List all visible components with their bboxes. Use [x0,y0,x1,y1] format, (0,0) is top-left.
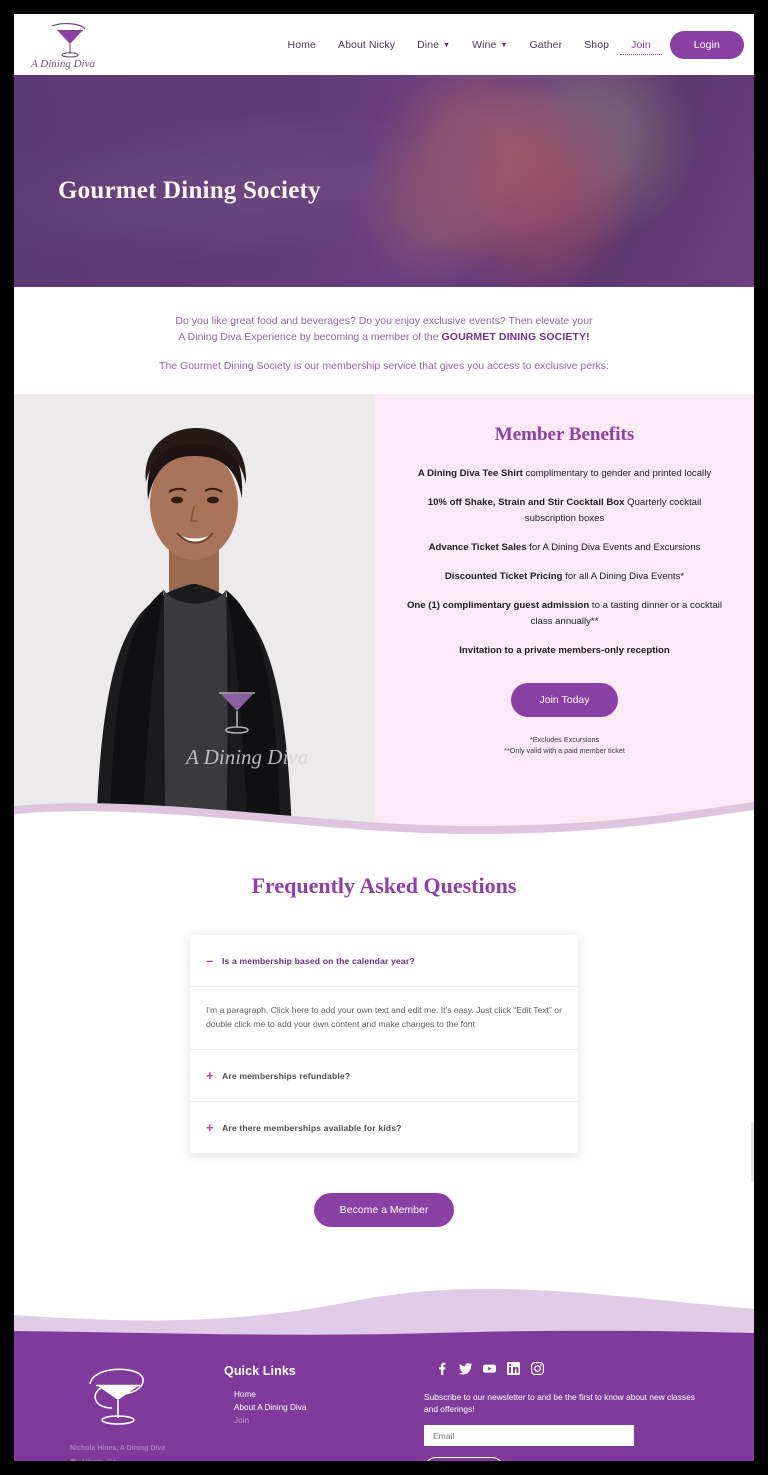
nav-label: Dine [417,38,440,51]
member-benefits-section: A Dining Diva Member Benefits A Dining D… [14,394,754,838]
benefit-bold: Invitation to a private members-only rec… [459,645,670,656]
benefit-item: Advance Ticket Sales for A Dining Diva E… [401,540,728,556]
nav-label: Gather [529,38,563,51]
page-frame: A Dining Diva Home About Nicky Dine ▼ Win… [14,14,754,1461]
benefit-item: One (1) complimentary guest admission to… [401,598,728,630]
faq-answer-1: I'm a paragraph. Click here to add your … [190,987,578,1050]
benefits-footnotes: *Excludes Excursions **Only valid with a… [401,734,728,756]
quick-links-heading: Quick Links [224,1364,296,1378]
faq-accordion: – Is a membership based on the calendar … [190,935,578,1153]
nav-item-about-nicky[interactable]: About Nicky [327,35,406,55]
footer-martini-logo-icon [89,1368,144,1425]
join-today-button[interactable]: Join Today [511,683,618,717]
benefit-item: 10% off Shake, Strain and Stir Cocktail … [401,495,728,527]
footer-link-home[interactable]: Home [234,1388,424,1401]
benefits-panel: Member Benefits A Dining Diva Tee Shirt … [375,394,754,837]
faq-answer-text: I'm a paragraph. Click here to add your … [206,1005,562,1029]
contact-name: Nichola Hines, A Dining Diva [70,1445,166,1452]
footer-link-join[interactable]: Join [234,1414,424,1427]
contact-location-text: Atlanta, GA [81,1457,117,1461]
faq-heading: Frequently Asked Questions [251,873,517,898]
woman-photo-illustration: A Dining Diva [14,394,375,837]
benefit-bold: Discounted Ticket Pricing [444,571,563,582]
plus-icon: + [206,1068,214,1083]
subscribe-button[interactable]: Subscribe [424,1457,505,1461]
spacer [14,1227,754,1275]
intro-paragraph-2: The Gourmet Dining Society is our member… [159,360,609,372]
location-pin-icon [70,1459,76,1461]
plus-icon: + [206,1120,214,1135]
chevron-down-icon: ▼ [500,41,508,49]
nav-label: Home [287,38,316,51]
footer-contact-info: Nichola Hines, A Dining Diva Atlanta, GA… [66,1443,224,1461]
benefit-item: Discounted Ticket Pricing for all A Dini… [401,569,728,585]
newsletter-text: Subscribe to our newsletter to and be th… [424,1392,695,1414]
martini-glass-logo-icon: A Dining Diva [30,22,95,70]
faq-question-3[interactable]: + Are there memberships available for ki… [190,1102,578,1153]
quick-links-column: Quick Links Home About A Dining Diva Joi… [224,1358,424,1461]
svg-text:A Dining Diva: A Dining Diva [30,58,95,70]
login-button[interactable]: Login [669,30,744,59]
benefit-rest: for A Dining Diva Events and Excursions [526,542,701,553]
nav-item-shop[interactable]: Shop [573,35,620,55]
nav-label: Join [631,38,651,51]
nav-item-home[interactable]: Home [277,35,327,55]
benefit-bold: One (1) complimentary guest admission [406,600,590,611]
site-header: A Dining Diva Home About Nicky Dine ▼ Win… [14,14,754,75]
benefit-bold: Advance Ticket Sales [428,542,527,553]
footer-logo-column: Nichola Hines, A Dining Diva Atlanta, GA… [66,1358,224,1461]
benefit-bold: A Dining Diva Tee Shirt [417,468,523,479]
nav-label: About Nicky [337,38,396,51]
newsletter-column: Subscribe to our newsletter to and be th… [424,1358,702,1461]
footnote-2: **Only valid with a paid member ticket [504,746,625,755]
facebook-icon[interactable] [435,1362,448,1375]
scrollbar[interactable] [751,1122,754,1182]
benefits-heading: Member Benefits [494,424,635,445]
wave-divider-bottom [14,1288,754,1337]
linkedin-icon[interactable] [507,1362,520,1375]
footer-link-about[interactable]: About A Dining Diva [234,1401,424,1414]
main-navigation: Home About Nicky Dine ▼ Wine ▼ Gather Shop… [277,30,754,59]
social-links [424,1362,702,1376]
intro-section: Do you like great food and beverages? Do… [14,287,754,394]
intro-line-2-bold: GOURMET DINING SOCIETY! [441,331,590,343]
benefit-item: Invitation to a private members-only rec… [401,643,728,659]
nav-item-join[interactable]: Join [620,35,662,55]
benefit-rest: complimentary to gender and printed loca… [522,468,712,479]
benefit-item: A Dining Diva Tee Shirt complimentary to… [401,466,728,482]
benefit-rest: for all A Dining Diva Events* [562,571,685,582]
minus-icon: – [206,953,214,968]
youtube-icon[interactable] [483,1362,496,1375]
become-a-member-button[interactable]: Become a Member [313,1193,455,1227]
twitter-icon[interactable] [459,1362,473,1375]
member-photo: A Dining Diva [14,394,375,837]
hero-banner: Gourmet Dining Society [14,75,754,287]
instagram-icon[interactable] [531,1362,545,1376]
nav-item-gather[interactable]: Gather [518,35,573,55]
footnote-1: *Excludes Excursions [529,735,600,744]
faq-question-label: Are there memberships available for kids… [222,1122,402,1133]
intro-paragraph-1: Do you like great food and beverages? Do… [74,313,694,345]
faq-question-1[interactable]: – Is a membership based on the calendar … [190,935,578,987]
benefit-bold: 10% off Shake, Strain and Stir Cocktail … [427,497,625,508]
faq-question-label: Are memberships refundable? [222,1070,351,1081]
faq-section: Frequently Asked Questions – Is a member… [14,837,754,1227]
nav-label: Wine [472,38,497,51]
intro-line-1: Do you like great food and beverages? Do… [175,315,593,327]
nav-label: Shop [584,38,610,51]
site-logo[interactable]: A Dining Diva [22,19,108,71]
footer-columns: Nichola Hines, A Dining Diva Atlanta, GA… [14,1358,754,1461]
faq-question-2[interactable]: + Are memberships refundable? [190,1050,578,1102]
contact-location: Atlanta, GA [70,1457,224,1461]
svg-text:A Dining Diva: A Dining Diva [184,745,308,769]
email-field[interactable] [424,1425,634,1446]
site-footer: Nichola Hines, A Dining Diva Atlanta, GA… [14,1336,754,1461]
nav-item-dine[interactable]: Dine ▼ [406,35,461,55]
intro-line-2-prefix: A Dining Diva Experience by becoming a m… [178,331,442,343]
nav-item-wine[interactable]: Wine ▼ [461,35,518,55]
chevron-down-icon: ▼ [443,41,451,49]
faq-question-label: Is a membership based on the calendar ye… [222,955,415,966]
page-title: Gourmet Dining Society [58,177,321,204]
